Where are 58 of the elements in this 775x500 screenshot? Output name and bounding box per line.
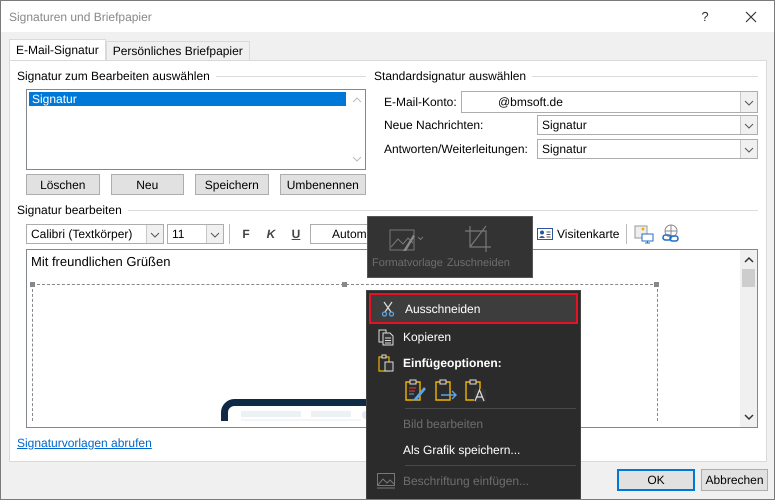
ok-button[interactable]: OK xyxy=(617,469,695,491)
paste-option-button[interactable] xyxy=(465,379,487,403)
button[interactable]: Speichern xyxy=(195,174,269,195)
picture-monitor-icon xyxy=(634,224,654,244)
crop-icon xyxy=(464,225,492,253)
dropdown[interactable]: Signatur xyxy=(537,139,758,159)
tab[interactable]: Persönliches Briefpapier xyxy=(106,41,250,60)
section-heading: Signatur bearbeiten xyxy=(17,203,122,217)
format-button[interactable]: U xyxy=(285,223,307,245)
field-label: Antworten/Weiterleitungen: xyxy=(384,142,529,156)
scroll-thumb[interactable] xyxy=(742,269,755,287)
picture-brush-icon xyxy=(389,227,426,253)
clipboard-brush-icon xyxy=(405,379,427,403)
scissors-icon xyxy=(381,300,395,316)
window-title: Signaturen und Briefpapier xyxy=(9,10,152,24)
image-icon xyxy=(377,473,395,489)
scroll-down-icon xyxy=(744,413,754,421)
format-button[interactable]: F xyxy=(235,223,257,245)
scroll-down-icon xyxy=(352,155,362,163)
format-button[interactable]: K xyxy=(260,223,282,245)
menu-item[interactable]: Ausschneiden xyxy=(369,293,578,324)
business-card-button[interactable]: Visitenkarte xyxy=(535,227,622,241)
help-button[interactable]: ? xyxy=(682,1,728,32)
close-icon xyxy=(745,10,757,22)
button[interactable]: Neu xyxy=(110,174,184,195)
contact-card-icon xyxy=(537,227,553,241)
section-heading: Signatur zum Bearbeiten auswählen xyxy=(17,69,210,83)
size-dropdown[interactable]: 11 xyxy=(167,224,224,244)
section-heading: Standardsignatur auswählen xyxy=(374,69,526,83)
insert-picture-button[interactable] xyxy=(632,224,656,244)
dropdown[interactable]: Signatur xyxy=(537,115,758,135)
clipboard-text-icon xyxy=(465,379,487,403)
signature-list[interactable]: Signatur xyxy=(26,89,366,170)
copy-icon xyxy=(378,328,394,346)
scroll-up-icon xyxy=(744,256,754,264)
tab[interactable]: E-Mail-Signatur xyxy=(9,39,106,60)
body-text: Mit freundlichen Grüßen xyxy=(31,254,170,269)
cancel-button[interactable]: Abbrechen xyxy=(701,469,768,491)
templates-link[interactable]: Signaturvorlagen abrufen xyxy=(17,436,152,450)
field-label: E-Mail-Konto: xyxy=(384,94,458,108)
list-item[interactable]: Signatur xyxy=(29,92,346,106)
scroll-up-icon xyxy=(352,96,362,104)
button[interactable]: Umbenennen xyxy=(280,174,366,195)
paste-option-button[interactable] xyxy=(405,379,427,403)
clipboard-arrow-icon xyxy=(435,379,457,403)
menu-heading: Einfügeoptionen: xyxy=(403,356,502,370)
globe-link-icon xyxy=(661,224,682,244)
dropdown[interactable]: @bmsoft.de xyxy=(461,90,758,112)
paste-option-button[interactable] xyxy=(435,379,457,403)
button[interactable]: Löschen xyxy=(26,174,100,195)
menu-item[interactable]: Als Grafik speichern... xyxy=(369,437,578,463)
clipboard-icon xyxy=(378,354,394,372)
field-label: Neue Nachrichten: xyxy=(384,118,484,132)
selection-handle[interactable] xyxy=(30,282,35,287)
selection-handle[interactable] xyxy=(654,282,659,287)
font-dropdown[interactable]: Calibri (Textkörper) xyxy=(26,224,164,244)
selection-handle[interactable] xyxy=(342,282,347,287)
menu-item[interactable]: Kopieren xyxy=(369,324,578,350)
